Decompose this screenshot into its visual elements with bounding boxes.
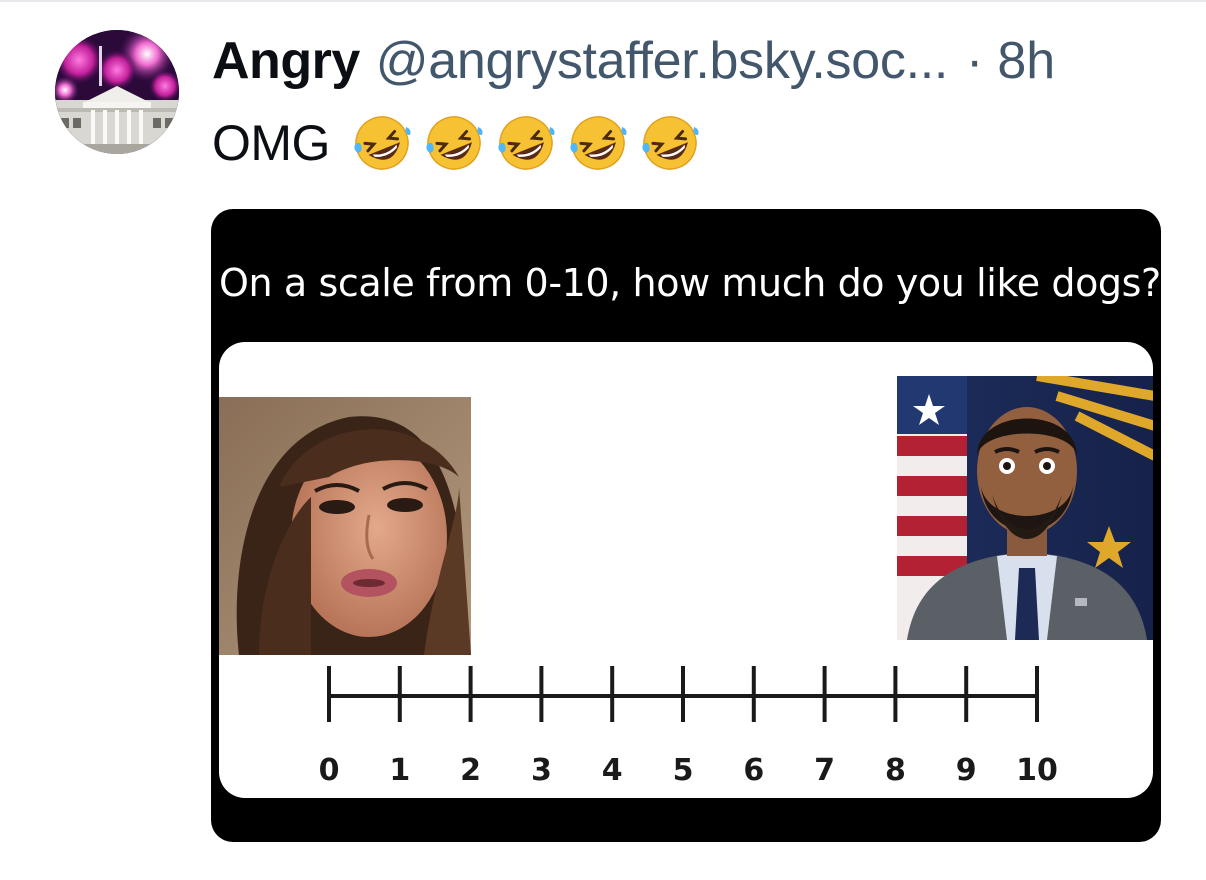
meta-separator: · [966, 32, 984, 90]
post-header: Angry @angrystaffer.bsky.soc... · 8h [212, 28, 1055, 94]
scale-panel: 0 1 2 3 4 5 6 7 8 9 10 [219, 342, 1153, 798]
rolling-on-floor-laughing-icon [354, 116, 411, 170]
scale-tick-label: 1 [389, 753, 410, 788]
number-line: 0 1 2 3 4 5 6 7 8 9 10 [319, 666, 1058, 788]
post-body: OMG [212, 108, 700, 178]
rolling-on-floor-laughing-icon [426, 116, 483, 170]
scale-tick-label: 2 [460, 753, 481, 788]
scale-tick-label: 4 [602, 753, 623, 788]
scale-tick-label: 7 [814, 753, 835, 788]
feed-post[interactable]: Angry @angrystaffer.bsky.soc... · 8h OMG… [0, 0, 1206, 880]
rolling-on-floor-laughing-icon [570, 116, 627, 170]
avatar-image [55, 30, 179, 154]
user-handle[interactable]: @angrystaffer.bsky.soc... [376, 28, 949, 94]
scale-tick-label: 10 [1016, 753, 1058, 788]
embedded-image[interactable]: On a scale from 0-10, how much do you li… [211, 209, 1161, 842]
scale-tick-label: 0 [319, 753, 340, 788]
post-timestamp[interactable]: 8h [997, 28, 1055, 94]
display-name[interactable]: Angry [212, 28, 360, 94]
scale-tick-label: 3 [531, 753, 552, 788]
scale-tick-label: 5 [673, 753, 694, 788]
rolling-on-floor-laughing-icon [498, 116, 555, 170]
emoji-row [352, 113, 700, 173]
scale-tick-label: 9 [956, 753, 977, 788]
avatar[interactable] [55, 30, 179, 154]
rolling-on-floor-laughing-icon [642, 116, 699, 170]
embed-question-text: On a scale from 0-10, how much do you li… [219, 261, 1161, 305]
scale-tick-label: 6 [743, 753, 764, 788]
scale-tick-label: 8 [885, 753, 906, 788]
post-text: OMG [212, 115, 330, 171]
